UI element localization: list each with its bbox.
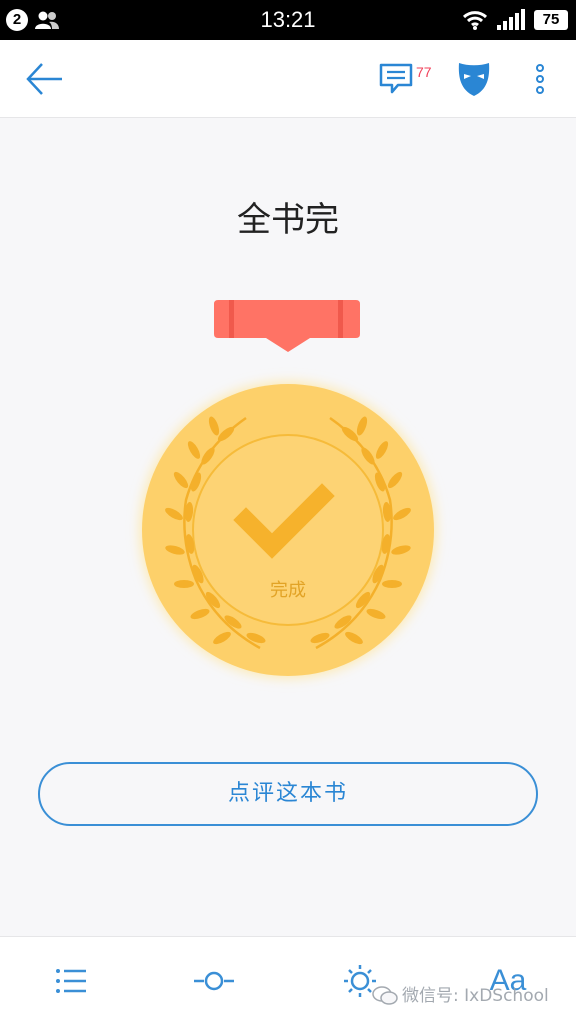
- clock: 13:21: [260, 7, 316, 32]
- ribbon-icon: [214, 300, 360, 352]
- status-bar: 2 13:21 75: [0, 0, 576, 40]
- review-book-button[interactable]: 点评这本书: [38, 762, 538, 826]
- more-vertical-icon[interactable]: [528, 60, 552, 98]
- watermark: 微信号: IxDSchool: [372, 982, 572, 1010]
- bottom-toolbar: Aa: [0, 936, 576, 1024]
- page-title: 全书完: [237, 200, 339, 240]
- medal-graphic: [140, 300, 436, 678]
- wechat-icon: [372, 986, 398, 1005]
- top-bar: 77: [0, 40, 576, 118]
- battery-indicator: 75: [534, 10, 568, 30]
- watermark-text: 微信号: IxDSchool: [402, 986, 549, 1006]
- arrow-left-icon[interactable]: [20, 58, 68, 100]
- comment-count-badge: 77: [416, 64, 432, 80]
- wifi-icon: [462, 11, 488, 30]
- progress-slider-icon[interactable]: [190, 957, 240, 1005]
- comment-icon[interactable]: [378, 62, 414, 96]
- medal-label: 完成: [270, 580, 306, 601]
- mask-icon[interactable]: [456, 60, 492, 98]
- signal-icon: [497, 9, 525, 30]
- completion-medal: 完成: [0, 290, 576, 700]
- list-icon[interactable]: [50, 957, 94, 1005]
